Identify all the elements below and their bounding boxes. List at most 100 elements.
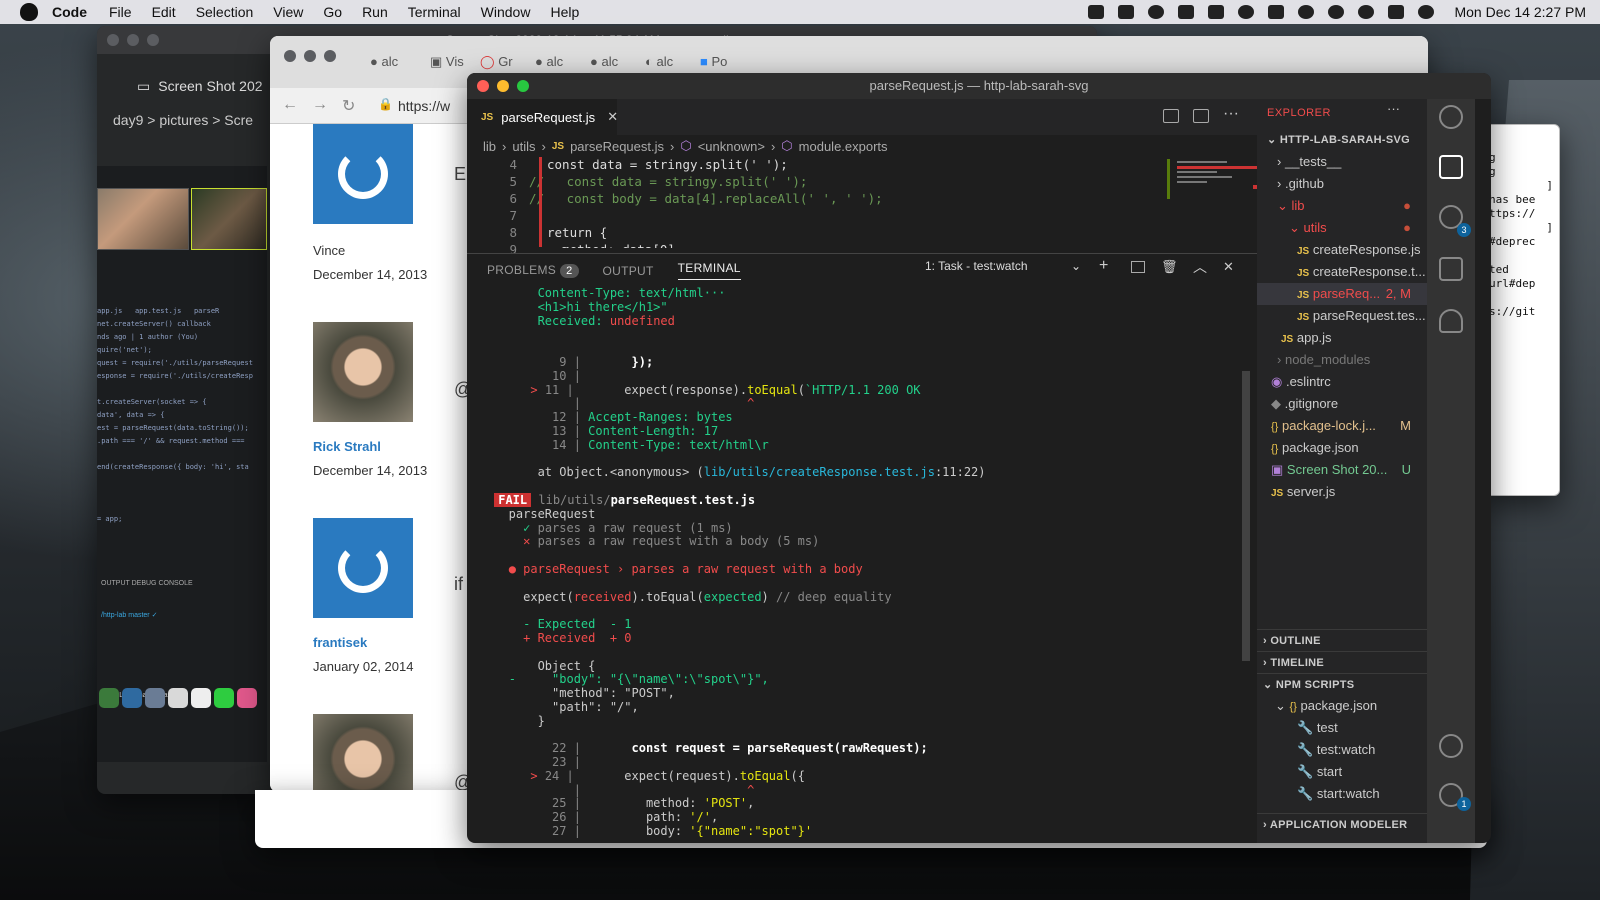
tree-item-folder[interactable]: › .github — [1257, 173, 1427, 195]
menu-run[interactable]: Run — [362, 4, 388, 20]
app-menu[interactable]: Code — [52, 4, 87, 20]
explorer-files-icon[interactable] — [1439, 155, 1463, 179]
breadcrumb-item[interactable]: lib — [483, 139, 496, 154]
menu-terminal[interactable]: Terminal — [408, 4, 461, 20]
npm-package-file[interactable]: ⌄ {} package.json — [1257, 695, 1427, 717]
open-changes-icon[interactable] — [1163, 109, 1179, 123]
menu-clock[interactable]: Mon Dec 14 2:27 PM — [1454, 4, 1586, 20]
reload-icon[interactable]: ↻ — [342, 96, 355, 116]
tree-item-folder[interactable]: › node_modules — [1257, 349, 1427, 371]
browser-tab[interactable]: ◯ Gr — [480, 54, 513, 70]
menu-window[interactable]: Window — [481, 4, 531, 20]
menu-file[interactable]: File — [109, 4, 132, 20]
tab-terminal[interactable]: TERMINAL — [677, 261, 741, 280]
tree-item-file[interactable]: JS server.js — [1257, 481, 1427, 503]
bluetooth-icon[interactable] — [1238, 5, 1255, 19]
account-icon[interactable] — [1439, 734, 1463, 758]
close-button[interactable] — [477, 80, 489, 92]
control-center-icon[interactable] — [1388, 5, 1405, 19]
menu-go[interactable]: Go — [323, 4, 342, 20]
close-button[interactable] — [107, 34, 119, 46]
preview-tab[interactable]: ▭ Screen Shot 202 — [137, 78, 263, 95]
breadcrumb-item[interactable]: utils — [512, 139, 535, 154]
minimize-button[interactable] — [304, 50, 316, 62]
tree-item-file[interactable]: ◉ .eslintrc — [1257, 371, 1427, 393]
tree-item-folder[interactable]: › __tests__ — [1257, 151, 1427, 173]
breadcrumb-item[interactable]: module.exports — [799, 139, 888, 154]
tree-item-file[interactable]: {} package.json — [1257, 437, 1427, 459]
comment-author-link[interactable]: Rick Strahl — [313, 439, 381, 454]
run-debug-icon[interactable] — [1439, 257, 1463, 281]
volume-icon[interactable] — [1208, 5, 1225, 19]
tab-output[interactable]: OUTPUT — [603, 264, 654, 278]
zoom-button[interactable] — [517, 80, 529, 92]
outline-section[interactable]: › OUTLINE — [1257, 629, 1427, 651]
dash-icon[interactable] — [1148, 5, 1165, 19]
trash-icon[interactable]: 🗑 — [1161, 259, 1178, 275]
tree-item-file[interactable]: JS app.js — [1257, 327, 1427, 349]
comment-author-link[interactable]: frantisek — [313, 635, 367, 650]
back-arrow-icon[interactable]: ← — [282, 96, 298, 114]
npm-scripts-section[interactable]: ⌄ NPM SCRIPTS — [1257, 673, 1427, 695]
application-modeler-section[interactable]: › APPLICATION MODELER — [1257, 813, 1427, 835]
spotlight-search-icon[interactable] — [1358, 5, 1375, 19]
battery-icon[interactable] — [1268, 5, 1285, 19]
tree-item-file[interactable]: JS parseRequest.tes... — [1257, 305, 1427, 327]
tree-item-file[interactable]: ◆ .gitignore — [1257, 393, 1427, 415]
browser-tab[interactable]: ● alc — [535, 54, 563, 69]
minimize-button[interactable] — [127, 34, 139, 46]
zoom-button[interactable] — [324, 50, 336, 62]
tab-problems[interactable]: PROBLEMS 2 — [487, 263, 579, 278]
tree-item-file[interactable]: {} package-lock.j... M — [1257, 415, 1427, 437]
tree-item-folder[interactable]: ⌄ lib ● — [1257, 195, 1427, 217]
minimap[interactable] — [1167, 157, 1257, 247]
search-icon[interactable] — [1439, 105, 1463, 129]
more-actions-icon[interactable]: ··· — [1387, 101, 1400, 116]
tree-item-file-selected[interactable]: JS parseReq... 2, M — [1257, 283, 1427, 305]
npm-script-test[interactable]: 🔧 test — [1257, 717, 1427, 739]
terminal-scrollbar[interactable] — [1242, 371, 1250, 661]
browser-tab[interactable]: ▣ Vis — [430, 54, 464, 70]
menu-view[interactable]: View — [273, 4, 303, 20]
user-icon[interactable] — [1328, 5, 1345, 19]
breadcrumb-item[interactable]: parseRequest.js — [570, 139, 664, 154]
menu-help[interactable]: Help — [550, 4, 579, 20]
project-folder[interactable]: ⌄ HTTP-LAB-SARAH-SVG — [1257, 129, 1427, 151]
tree-item-file[interactable]: ▣ Screen Shot 20... U — [1257, 459, 1427, 481]
tree-item-file[interactable]: JS createResponse.t... — [1257, 261, 1427, 283]
npm-script-start-watch[interactable]: 🔧 start:watch — [1257, 783, 1427, 805]
split-editor-icon[interactable] — [1193, 109, 1209, 123]
npm-script-test-watch[interactable]: 🔧 test:watch — [1257, 739, 1427, 761]
zoom-button[interactable] — [147, 34, 159, 46]
new-terminal-icon[interactable]: + — [1099, 257, 1108, 275]
maximize-panel-icon[interactable]: ︿ — [1193, 257, 1207, 277]
live-share-icon[interactable] — [1439, 309, 1463, 333]
keyboard-icon[interactable] — [1178, 5, 1195, 19]
url-field[interactable]: https://w — [398, 98, 450, 114]
forward-arrow-icon[interactable]: → — [312, 96, 328, 114]
browser-tab[interactable]: ● alc — [590, 54, 618, 69]
siri-icon[interactable] — [1418, 5, 1435, 19]
menu-edit[interactable]: Edit — [152, 4, 176, 20]
postgres-elephant-icon[interactable] — [1118, 5, 1135, 19]
timeline-section[interactable]: › TIMELINE — [1257, 651, 1427, 673]
browser-tab[interactable]: ■ Po — [700, 54, 727, 69]
split-terminal-icon[interactable] — [1131, 261, 1145, 273]
code-editor[interactable]: 4 const data = stringy.split(' '); 5 // … — [467, 157, 1257, 257]
npm-script-start[interactable]: 🔧 start — [1257, 761, 1427, 783]
editor-tab-parserequest[interactable]: JS parseRequest.js ✕ — [467, 99, 618, 135]
browser-tab[interactable]: ◐ alc — [645, 54, 673, 69]
browser-tab[interactable]: ● alc — [370, 54, 398, 69]
tree-item-folder[interactable]: ⌄ utils ● — [1257, 217, 1427, 239]
close-tab-icon[interactable]: ✕ — [607, 109, 618, 125]
tree-item-file[interactable]: JS createResponse.js — [1257, 239, 1427, 261]
close-panel-icon[interactable]: ✕ — [1223, 259, 1234, 275]
terminal-output[interactable]: Content-Type: text/html··· <h1>hi there<… — [487, 287, 1247, 843]
menu-selection[interactable]: Selection — [196, 4, 254, 20]
breadcrumb-item[interactable]: <unknown> — [698, 139, 765, 154]
wifi-icon[interactable] — [1298, 5, 1315, 19]
more-actions-icon[interactable]: ··· — [1223, 105, 1239, 123]
terminal-task-select[interactable]: 1: Task - test:watch ⌄ — [925, 259, 1085, 273]
apple-menu-icon[interactable] — [20, 3, 38, 21]
minimize-button[interactable] — [497, 80, 509, 92]
